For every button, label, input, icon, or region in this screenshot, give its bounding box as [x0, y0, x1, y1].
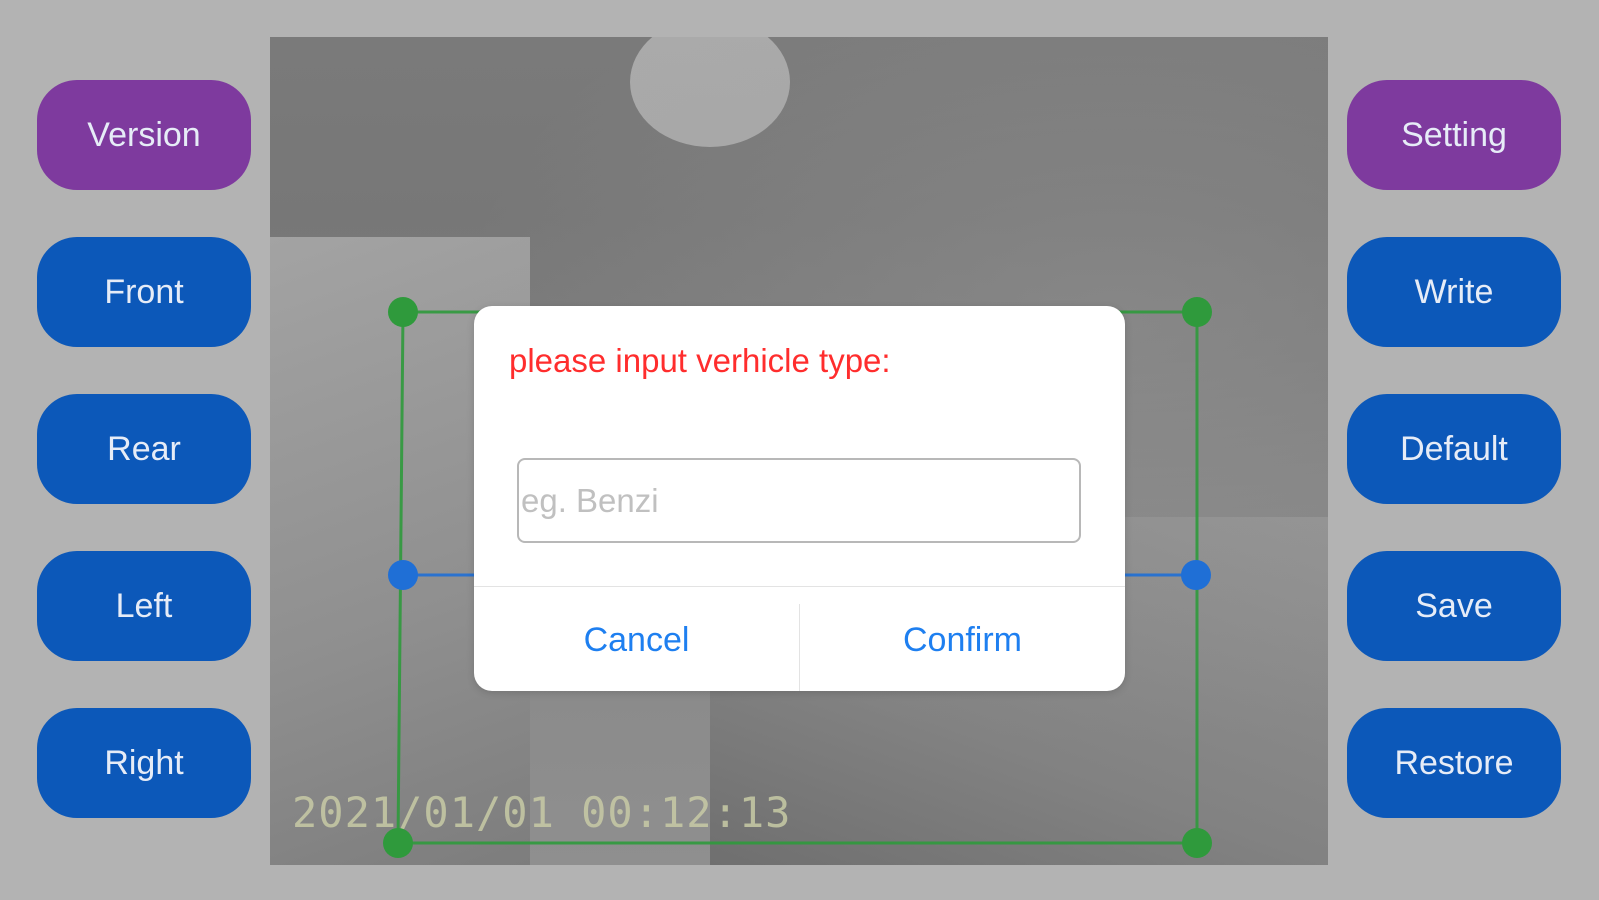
default-button[interactable]: Default [1347, 394, 1561, 504]
confirm-button[interactable]: Confirm [800, 589, 1125, 691]
left-button[interactable]: Left [37, 551, 251, 661]
restore-button[interactable]: Restore [1347, 708, 1561, 818]
cancel-button[interactable]: Cancel [474, 589, 799, 691]
vehicle-type-input[interactable] [517, 458, 1081, 543]
dialog-title: please input verhicle type: [509, 342, 891, 379]
dialog-divider-horizontal [474, 586, 1125, 587]
version-button[interactable]: Version [37, 80, 251, 190]
vehicle-type-dialog: please input verhicle type: Cancel Confi… [474, 306, 1125, 691]
front-button[interactable]: Front [37, 237, 251, 347]
save-button[interactable]: Save [1347, 551, 1561, 661]
app-root: Version Front Rear Left Right 2021/01/01… [0, 0, 1599, 900]
setting-button[interactable]: Setting [1347, 80, 1561, 190]
write-button[interactable]: Write [1347, 237, 1561, 347]
right-button[interactable]: Right [37, 708, 251, 818]
rear-button[interactable]: Rear [37, 394, 251, 504]
camera-timestamp: 2021/01/01 00:12:13 [292, 788, 792, 837]
